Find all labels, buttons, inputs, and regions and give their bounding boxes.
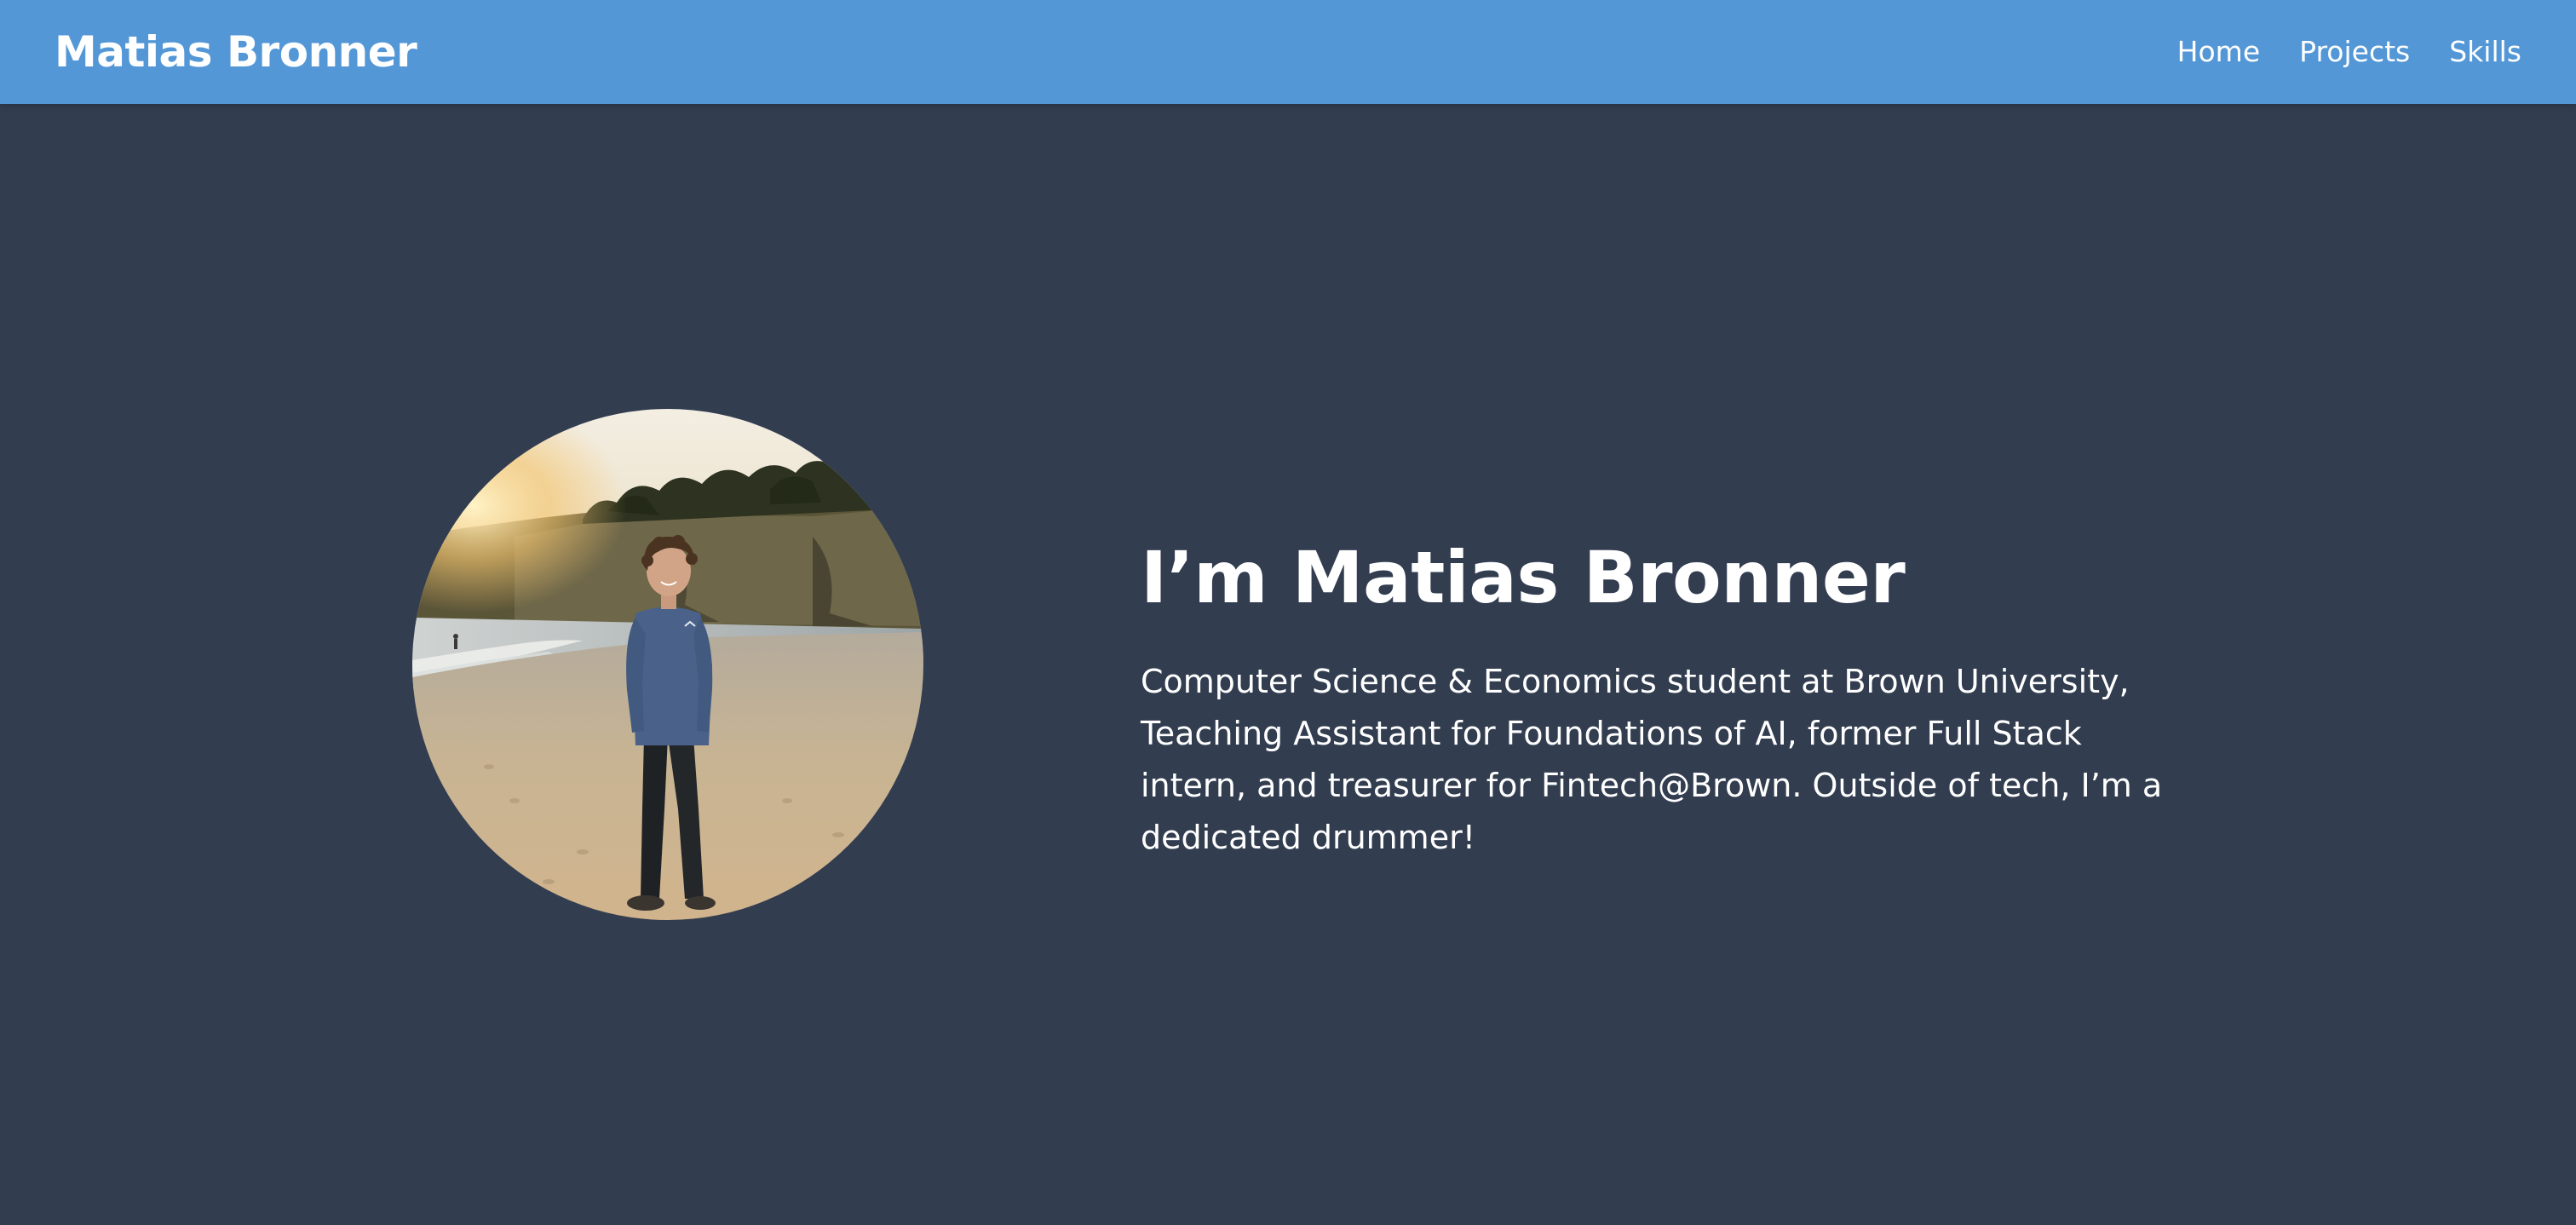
hero-description: Computer Science & Economics student at … — [1141, 663, 2163, 856]
nav-links: Home Projects Skills — [2177, 31, 2521, 73]
nav-link-projects[interactable]: Projects — [2299, 31, 2410, 73]
top-navbar: Matias Bronner Home Projects Skills — [0, 0, 2576, 104]
site-brand[interactable]: Matias Bronner — [55, 24, 417, 80]
nav-link-skills[interactable]: Skills — [2449, 31, 2521, 73]
nav-link-home[interactable]: Home — [2177, 31, 2260, 73]
hero-section: I’m Matias Bronner Computer Science & Ec… — [0, 104, 2576, 1225]
profile-photo — [412, 409, 923, 920]
hero-title: I’m Matias Bronner — [1141, 536, 1906, 619]
hero-text: I’m Matias Bronner Computer Science & Ec… — [1141, 535, 2214, 864]
